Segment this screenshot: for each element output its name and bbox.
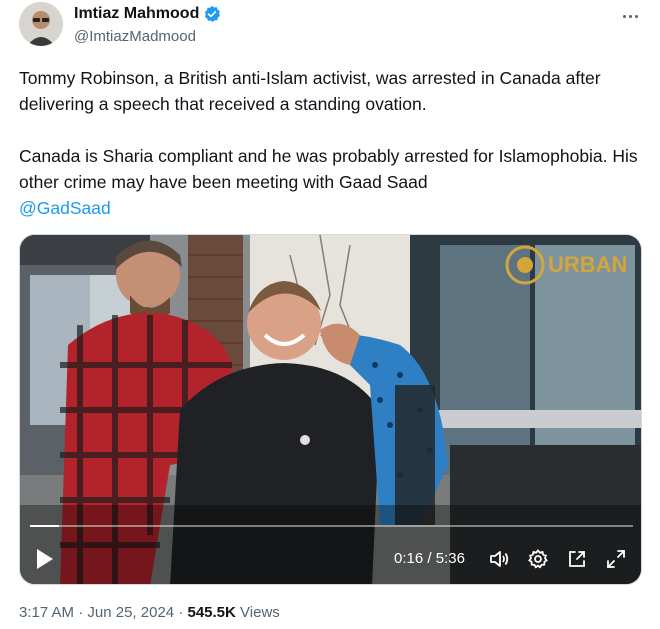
video-progress-bar[interactable]: [30, 525, 633, 527]
tweet-text: Tommy Robinson, a British anti-Islam act…: [19, 65, 644, 221]
tweet-paragraph-2: Canada is Sharia compliant and he was pr…: [19, 143, 644, 221]
tweet-date[interactable]: Jun 25, 2024: [87, 604, 174, 621]
video-timestamp: 0:16 / 5:36: [394, 550, 465, 567]
tweet-paragraph-1: Tommy Robinson, a British anti-Islam act…: [19, 68, 601, 114]
avatar[interactable]: [19, 2, 63, 46]
verified-badge-icon: [203, 5, 221, 23]
video-progress-fill: [30, 525, 59, 527]
pip-icon[interactable]: [566, 548, 588, 570]
video-duration: 5:36: [435, 550, 465, 567]
meta-separator: ·: [78, 604, 84, 621]
tweet-meta: 3:17 AM · Jun 25, 2024 · 545.5K Views: [19, 604, 280, 621]
views-label: Views: [240, 604, 280, 621]
volume-icon[interactable]: [488, 548, 510, 570]
views-count[interactable]: 545.5K: [187, 604, 235, 621]
fullscreen-icon[interactable]: [605, 548, 627, 570]
settings-icon[interactable]: [527, 548, 549, 570]
tweet-time[interactable]: 3:17 AM: [19, 604, 74, 621]
video-frame: URBAN: [20, 235, 641, 584]
video-watermark: URBAN: [548, 252, 627, 277]
video-current-time: 0:16: [394, 550, 424, 567]
play-icon[interactable]: [34, 547, 56, 571]
video-time-separator: /: [427, 550, 432, 567]
author-display-name[interactable]: Imtiaz Mahmood: [74, 5, 199, 23]
more-options-icon[interactable]: [618, 6, 642, 26]
video-controls: 0:16 / 5:36: [20, 535, 641, 584]
author-handle[interactable]: @ImtiazMadmood: [74, 28, 196, 45]
tweet-paragraph-2-text: Canada is Sharia compliant and he was pr…: [19, 146, 638, 192]
mention-link[interactable]: @GadSaad: [19, 198, 111, 218]
meta-separator-2: ·: [178, 604, 184, 621]
tweet: Imtiaz Mahmood @ImtiazMadmood Tommy Robi…: [0, 0, 660, 629]
video-player[interactable]: URBAN 0:16 / 5:36: [19, 234, 642, 585]
author-name-row: Imtiaz Mahmood: [74, 5, 221, 23]
